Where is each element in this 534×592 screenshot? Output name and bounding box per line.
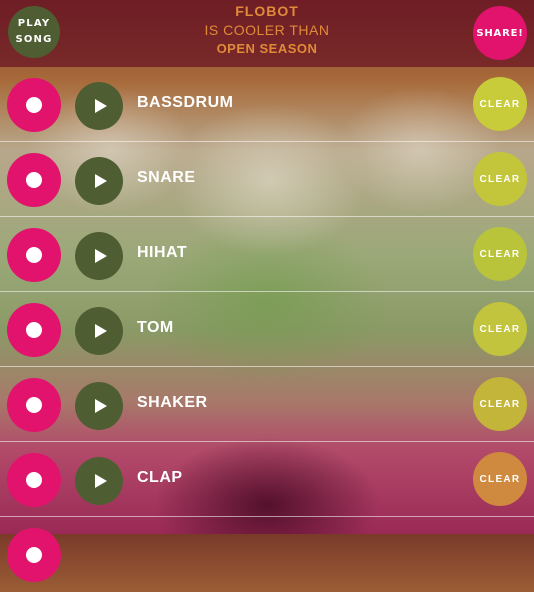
play-track-button[interactable] — [75, 307, 123, 355]
track-row: HIHAT CLEAR — [0, 217, 534, 292]
play-song-label-line2: SONG — [15, 34, 53, 45]
song-title-line3: OPEN SEASON — [216, 41, 318, 56]
clear-label: CLEAR — [479, 248, 521, 260]
play-triangle-icon — [94, 474, 107, 488]
clear-label: CLEAR — [479, 473, 521, 485]
track-name: BASSDRUM — [137, 94, 234, 111]
clear-button[interactable]: CLEAR — [473, 77, 527, 131]
song-title-line1: FLOBOT — [235, 3, 299, 19]
play-triangle-icon — [94, 99, 107, 113]
play-track-button[interactable] — [75, 82, 123, 130]
clear-button[interactable]: CLEAR — [473, 152, 527, 206]
record-dot-icon — [26, 472, 42, 488]
play-triangle-icon — [94, 324, 107, 338]
record-dot-icon — [26, 322, 42, 338]
play-track-button[interactable] — [75, 382, 123, 430]
share-label: SHARE! — [476, 27, 524, 39]
clear-button[interactable]: CLEAR — [473, 377, 527, 431]
song-title-line2: IS COOLER THAN — [204, 22, 330, 38]
track-name: CLAP — [137, 469, 183, 486]
track-row: CLAP CLEAR — [0, 442, 534, 517]
play-song-label-line1: PLAY — [17, 18, 51, 29]
record-dot-icon — [26, 172, 42, 188]
clear-label: CLEAR — [479, 398, 521, 410]
play-song-button[interactable]: PLAY SONG — [8, 6, 60, 58]
record-dot-icon — [26, 397, 42, 413]
record-dot-icon — [26, 547, 42, 563]
clear-label: CLEAR — [479, 98, 521, 110]
clear-label: CLEAR — [479, 173, 521, 185]
track-name: HIHAT — [137, 244, 188, 261]
play-triangle-icon — [94, 249, 107, 263]
record-button[interactable] — [7, 453, 61, 507]
track-row: SHAKER CLEAR — [0, 367, 534, 442]
play-track-button[interactable] — [75, 157, 123, 205]
record-button[interactable] — [7, 528, 61, 582]
play-track-button[interactable] — [75, 232, 123, 280]
track-name: SNARE — [137, 169, 196, 186]
play-triangle-icon — [94, 399, 107, 413]
share-button[interactable]: SHARE! — [473, 6, 527, 60]
track-row: BASSDRUM CLEAR — [0, 67, 534, 142]
record-button[interactable] — [7, 228, 61, 282]
record-button[interactable] — [7, 378, 61, 432]
play-track-button[interactable] — [75, 457, 123, 505]
clear-button[interactable]: CLEAR — [473, 452, 527, 506]
play-triangle-icon — [94, 174, 107, 188]
track-row: TOM CLEAR — [0, 292, 534, 367]
track-list: BASSDRUM CLEAR SNARE CLEAR HIHAT CLEAR T… — [0, 67, 534, 582]
track-name: SHAKER — [137, 394, 208, 411]
record-button[interactable] — [7, 78, 61, 132]
clear-button[interactable]: CLEAR — [473, 227, 527, 281]
clear-label: CLEAR — [479, 323, 521, 335]
track-row: SNARE CLEAR — [0, 142, 534, 217]
record-button[interactable] — [7, 153, 61, 207]
song-title: FLOBOT IS COOLER THAN OPEN SEASON — [130, 3, 404, 59]
track-name: TOM — [137, 319, 174, 336]
clear-button[interactable]: CLEAR — [473, 302, 527, 356]
record-button[interactable] — [7, 303, 61, 357]
record-dot-icon — [26, 97, 42, 113]
record-dot-icon — [26, 247, 42, 263]
track-row-partial — [0, 517, 534, 592]
top-bar: PLAY SONG FLOBOT IS COOLER THAN OPEN SEA… — [0, 0, 534, 67]
